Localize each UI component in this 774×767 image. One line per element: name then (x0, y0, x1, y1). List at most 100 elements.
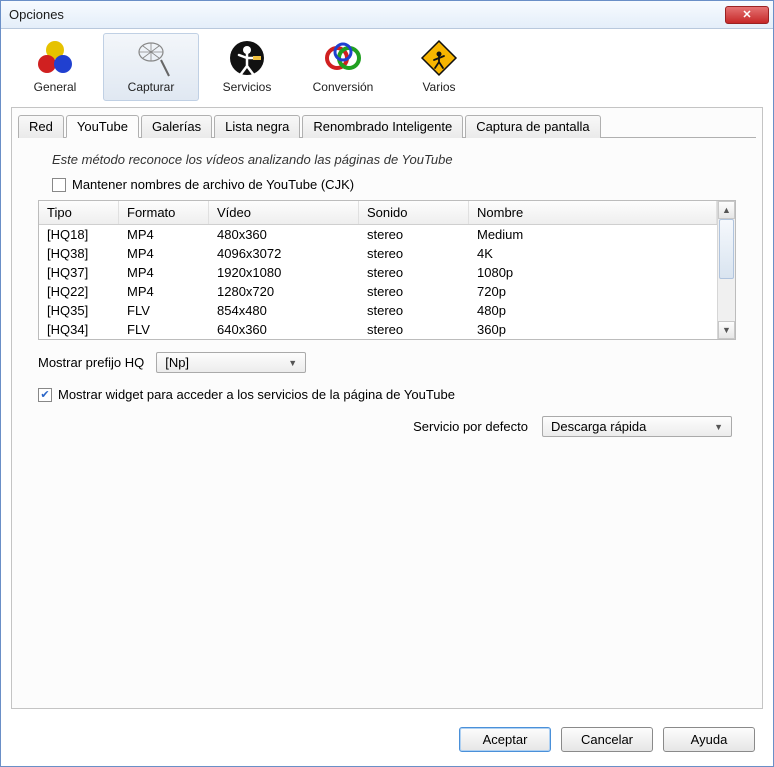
tab-youtube[interactable]: YouTube (66, 115, 139, 138)
th-video[interactable]: Vídeo (209, 201, 359, 224)
table-cell: 1920x1080 (209, 263, 359, 282)
table-cell: stereo (359, 244, 469, 263)
table-cell: FLV (119, 320, 209, 339)
table-cell: stereo (359, 282, 469, 301)
table-cell: [HQ22] (39, 282, 119, 301)
scroll-down-button[interactable]: ▼ (718, 321, 735, 339)
close-icon: ✕ (742, 8, 751, 21)
table-row[interactable]: [HQ35]FLV854x480stereo480p (39, 301, 717, 320)
footer: Aceptar Cancelar Ayuda (1, 717, 773, 766)
table-cell: 720p (469, 282, 717, 301)
table-cell: [HQ37] (39, 263, 119, 282)
titlebar: Opciones ✕ (1, 1, 773, 29)
toolbar-servicios[interactable]: Servicios (199, 33, 295, 101)
table-cell: 360p (469, 320, 717, 339)
help-button[interactable]: Ayuda (663, 727, 755, 752)
table-cell: 4K (469, 244, 717, 263)
table-row[interactable]: [HQ18]MP4480x360stereoMedium (39, 225, 717, 244)
options-window: Opciones ✕ General Capturar Servicios (0, 0, 774, 767)
toolbar-label: Varios (422, 80, 455, 94)
toolbar-label: Conversión (313, 80, 374, 94)
table-cell: [HQ35] (39, 301, 119, 320)
toolbar-general[interactable]: General (7, 33, 103, 101)
tabs: Red YouTube Galerías Lista negra Renombr… (12, 108, 762, 137)
service-select[interactable]: Descarga rápida ▼ (542, 416, 732, 437)
tab-panel-youtube: Este método reconoce los vídeos analizan… (18, 137, 756, 702)
chevron-down-icon: ▼ (714, 422, 723, 432)
th-formato[interactable]: Formato (119, 201, 209, 224)
cancel-button[interactable]: Cancelar (561, 727, 653, 752)
person-icon (227, 38, 267, 78)
th-nombre[interactable]: Nombre (469, 201, 717, 224)
service-label: Servicio por defecto (413, 419, 528, 434)
service-value: Descarga rápida (551, 419, 646, 434)
toolbar-conversion[interactable]: Conversión (295, 33, 391, 101)
table-cell: 854x480 (209, 301, 359, 320)
prefix-value: [Np] (165, 355, 189, 370)
toolbar: General Capturar Servicios Conversión Va… (1, 29, 773, 101)
table-cell: 1080p (469, 263, 717, 282)
table-cell: [HQ34] (39, 320, 119, 339)
th-tipo[interactable]: Tipo (39, 201, 119, 224)
service-row: Servicio por defecto Descarga rápida ▼ (38, 416, 736, 437)
rings-icon (323, 38, 363, 78)
widget-checkbox[interactable] (38, 388, 52, 402)
table-cell: 640x360 (209, 320, 359, 339)
table-cell: FLV (119, 301, 209, 320)
scroll-up-button[interactable]: ▲ (718, 201, 735, 219)
table-cell: Medium (469, 225, 717, 244)
tab-galerias[interactable]: Galerías (141, 115, 212, 138)
prefix-select[interactable]: [Np] ▼ (156, 352, 306, 373)
tab-red[interactable]: Red (18, 115, 64, 138)
warning-sign-icon (419, 38, 459, 78)
toolbar-varios[interactable]: Varios (391, 33, 487, 101)
net-icon (131, 38, 171, 78)
table-header: Tipo Formato Vídeo Sonido Nombre (39, 201, 717, 225)
tab-lista-negra[interactable]: Lista negra (214, 115, 300, 138)
window-title: Opciones (9, 7, 64, 22)
table-cell: stereo (359, 225, 469, 244)
table-row[interactable]: [HQ37]MP41920x1080stereo1080p (39, 263, 717, 282)
widget-checkbox-label: Mostrar widget para acceder a los servic… (58, 387, 455, 402)
hint-text: Este método reconoce los vídeos analizan… (38, 152, 736, 167)
table-row[interactable]: [HQ34]FLV640x360stereo360p (39, 320, 717, 339)
cjk-checkbox[interactable] (52, 178, 66, 192)
table-cell: MP4 (119, 263, 209, 282)
table-cell: MP4 (119, 282, 209, 301)
cjk-checkbox-label: Mantener nombres de archivo de YouTube (… (72, 177, 354, 192)
table-cell: 480x360 (209, 225, 359, 244)
table-cell: stereo (359, 263, 469, 282)
toolbar-label: General (34, 80, 77, 94)
table-body: [HQ18]MP4480x360stereoMedium[HQ38]MP4409… (39, 225, 717, 339)
cjk-checkbox-row: Mantener nombres de archivo de YouTube (… (38, 177, 736, 192)
toolbar-label: Capturar (128, 80, 175, 94)
close-button[interactable]: ✕ (725, 6, 769, 24)
prefix-label: Mostrar prefijo HQ (38, 355, 144, 370)
table-row[interactable]: [HQ22]MP41280x720stereo720p (39, 282, 717, 301)
table-cell: MP4 (119, 225, 209, 244)
table-cell: 480p (469, 301, 717, 320)
chevron-down-icon: ▼ (288, 358, 297, 368)
formats-table: Tipo Formato Vídeo Sonido Nombre [HQ18]M… (38, 200, 736, 340)
spheres-icon (35, 38, 75, 78)
tab-renombrado[interactable]: Renombrado Inteligente (302, 115, 463, 138)
table-row[interactable]: [HQ38]MP44096x3072stereo4K (39, 244, 717, 263)
scroll-track[interactable] (718, 219, 735, 321)
ok-button[interactable]: Aceptar (459, 727, 551, 752)
widget-checkbox-row: Mostrar widget para acceder a los servic… (38, 387, 736, 402)
table-cell: 4096x3072 (209, 244, 359, 263)
table-cell: stereo (359, 301, 469, 320)
table-cell: MP4 (119, 244, 209, 263)
scrollbar: ▲ ▼ (717, 201, 735, 339)
scroll-thumb[interactable] (719, 219, 734, 279)
table-cell: [HQ38] (39, 244, 119, 263)
th-sonido[interactable]: Sonido (359, 201, 469, 224)
toolbar-label: Servicios (223, 80, 272, 94)
table-cell: 1280x720 (209, 282, 359, 301)
table-cell: stereo (359, 320, 469, 339)
content-frame: Red YouTube Galerías Lista negra Renombr… (11, 107, 763, 709)
toolbar-capturar[interactable]: Capturar (103, 33, 199, 101)
prefix-row: Mostrar prefijo HQ [Np] ▼ (38, 352, 736, 373)
table-cell: [HQ18] (39, 225, 119, 244)
tab-captura-pantalla[interactable]: Captura de pantalla (465, 115, 600, 138)
